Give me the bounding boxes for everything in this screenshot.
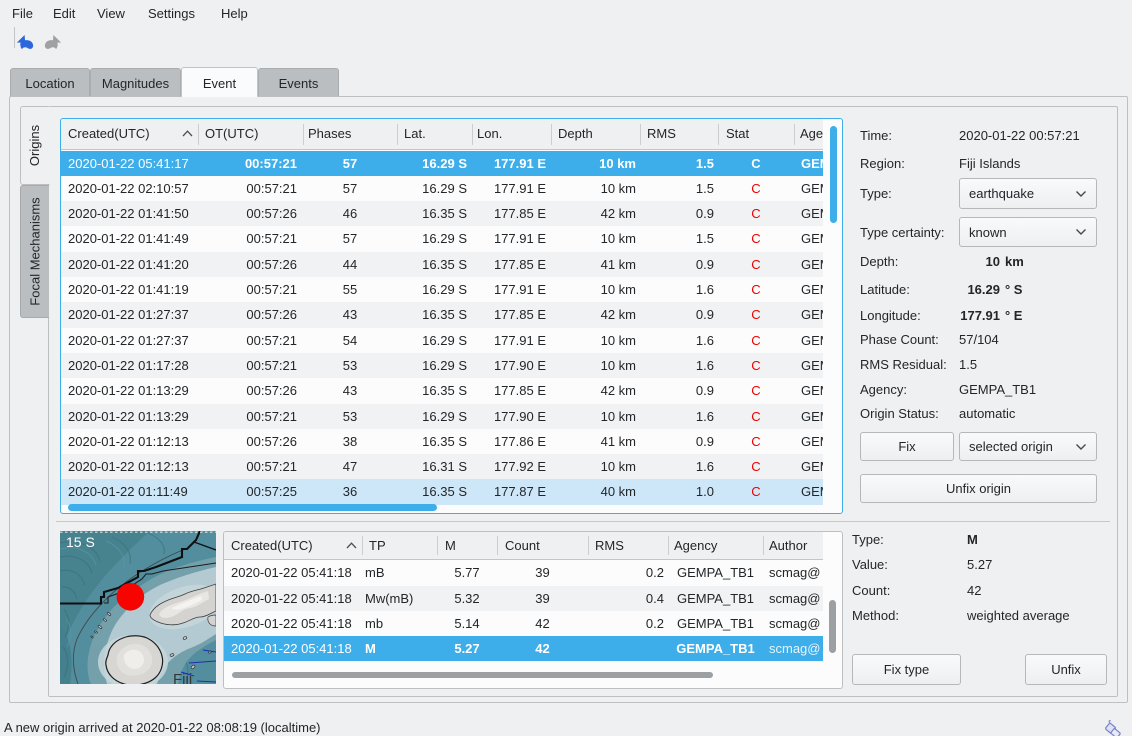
svg-text:Fiji: Fiji [173,671,192,684]
svg-text:15 S: 15 S [66,534,95,550]
